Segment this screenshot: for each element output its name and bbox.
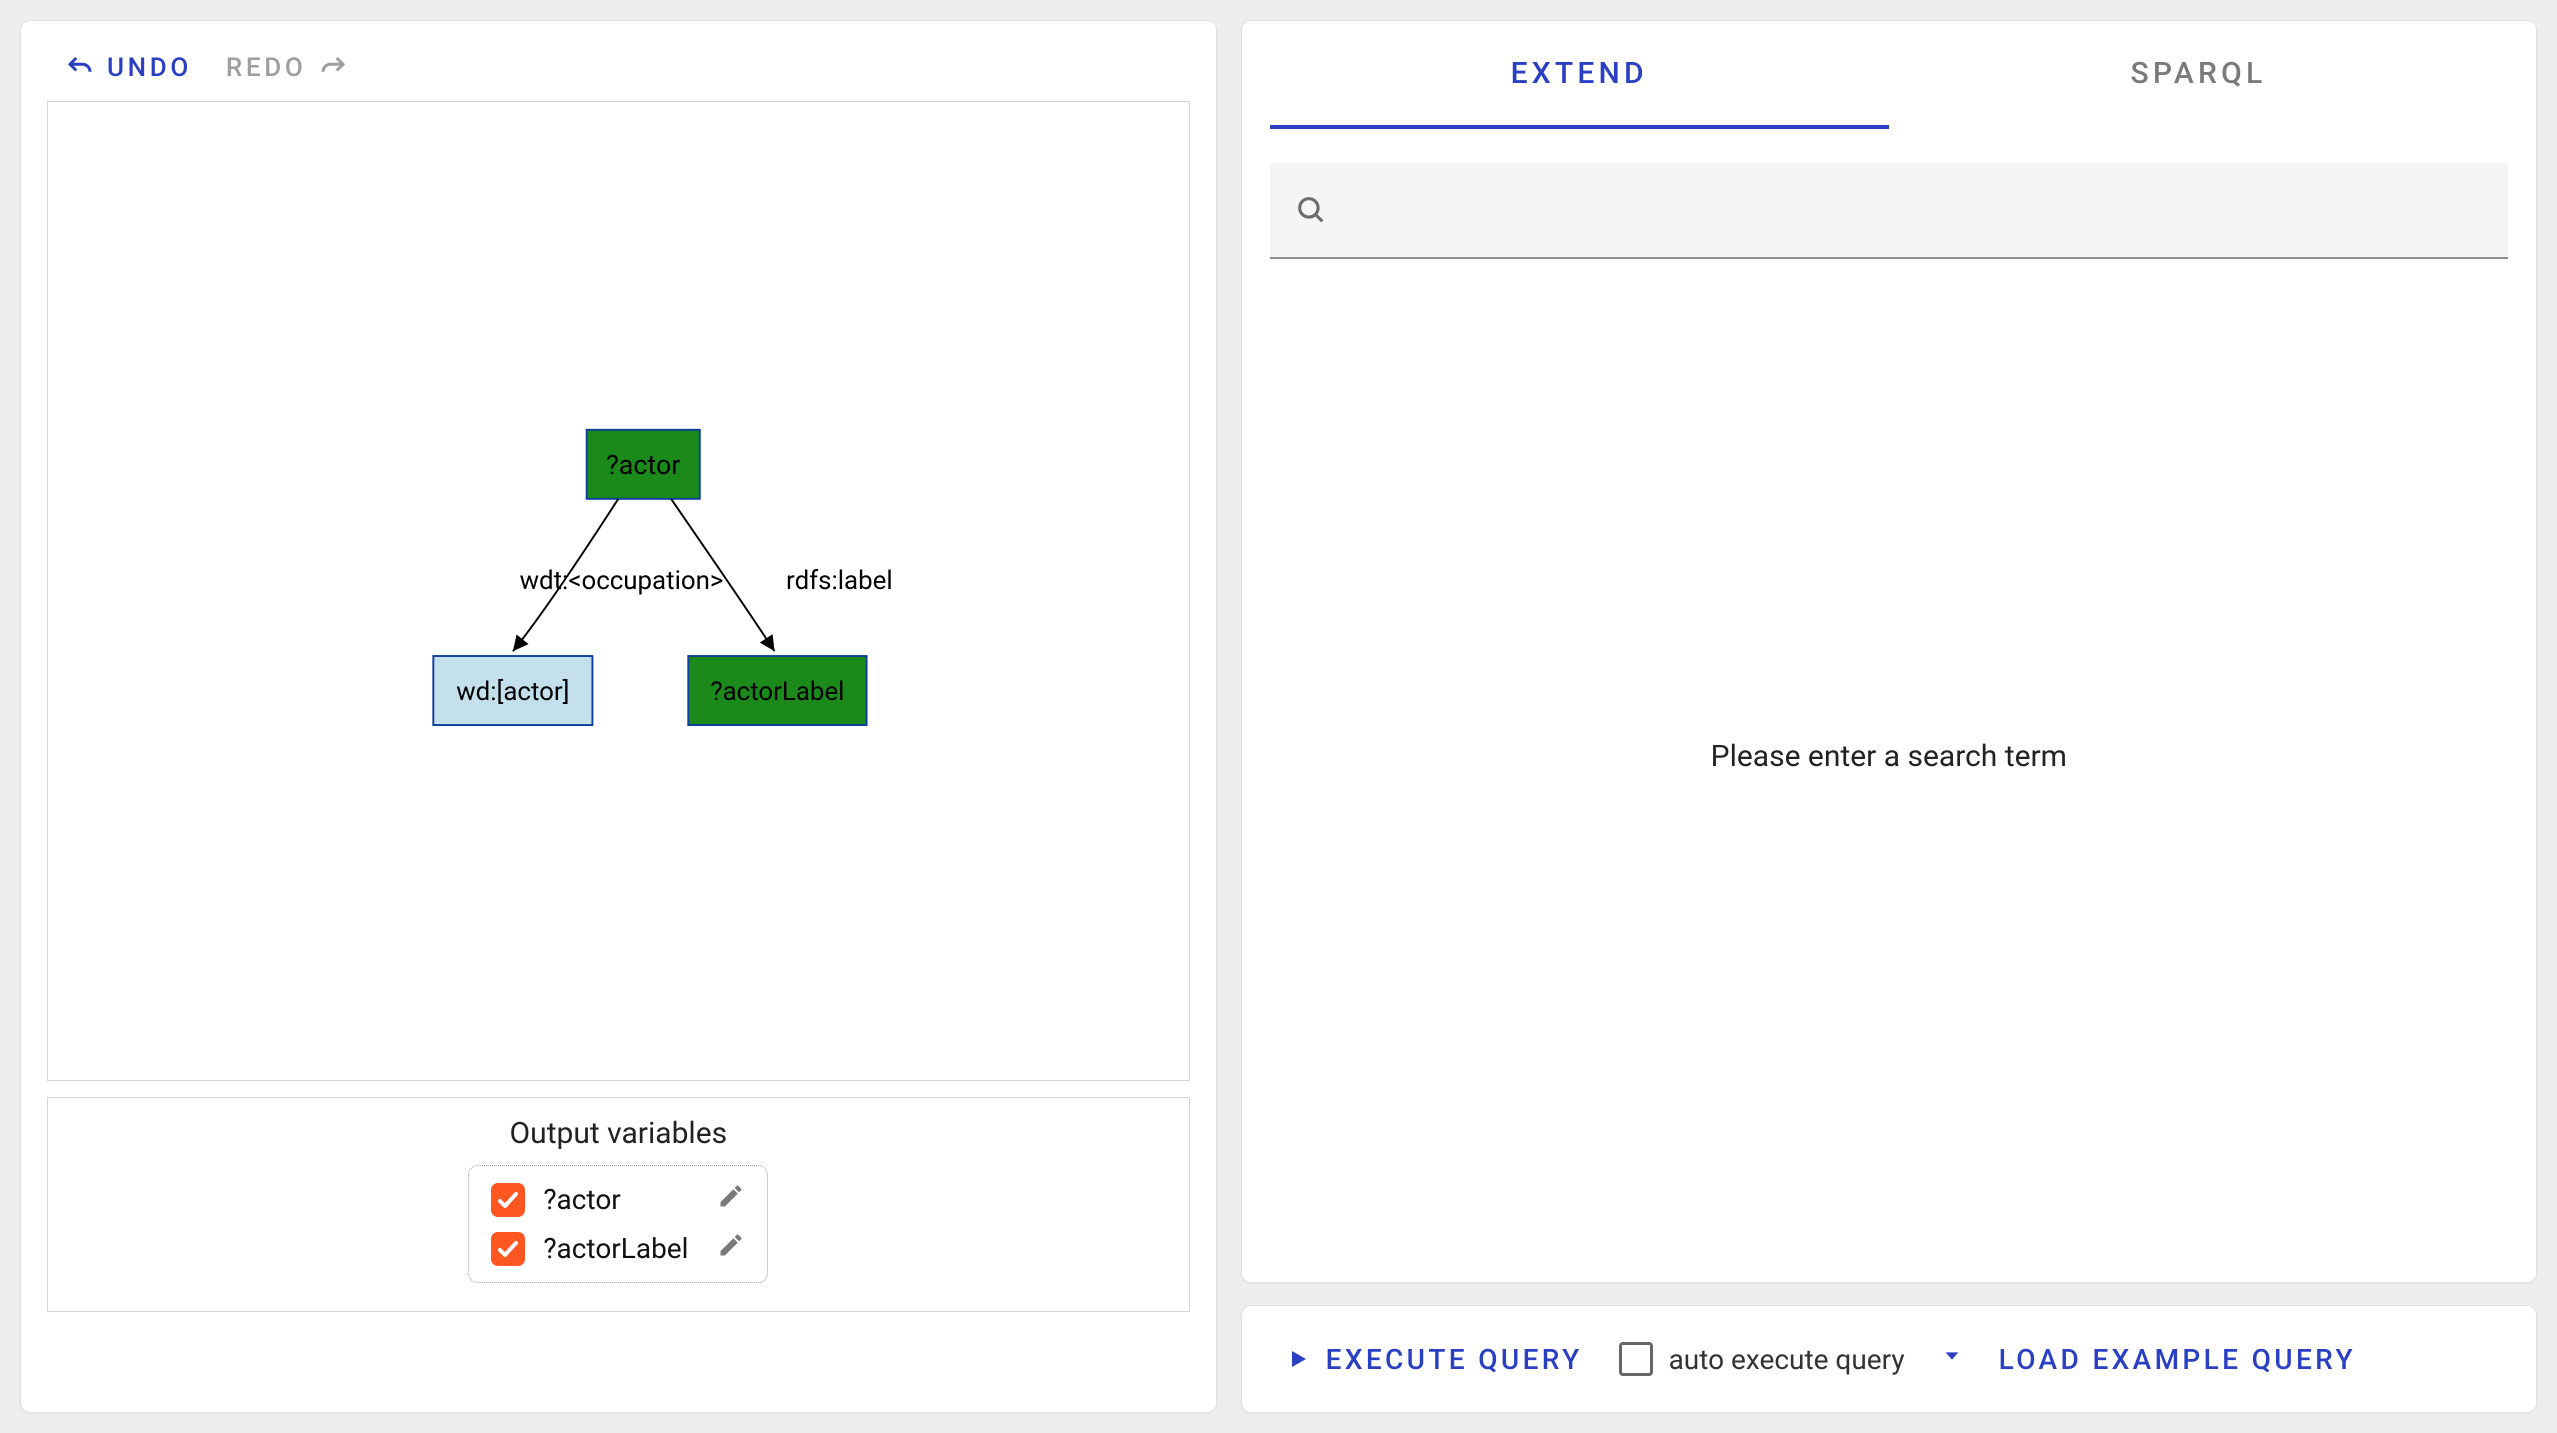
graph-node-root-label: ?actor [606, 449, 680, 481]
output-variable-name: ?actor [543, 1183, 699, 1216]
graph-node-leaf-1[interactable]: wd:[actor] [433, 656, 592, 725]
right-main-panel: EXTEND SPARQL Please enter a search term [1241, 20, 2537, 1283]
redo-label: REDO [226, 53, 307, 83]
edit-variable-button[interactable] [717, 1182, 745, 1217]
undo-label: UNDO [107, 53, 192, 83]
tab-bar: EXTEND SPARQL [1270, 21, 2508, 129]
redo-icon [318, 53, 348, 83]
graph-node-root[interactable]: ?actor [587, 430, 700, 499]
output-variables-list: ?actor ?actorLabel [468, 1165, 768, 1283]
graph-edge-2-label: rdfs:label [786, 566, 893, 596]
tab-extend-label: EXTEND [1511, 56, 1648, 91]
extend-results-area: Please enter a search term [1270, 259, 2508, 1254]
edit-variable-button[interactable] [717, 1231, 745, 1266]
output-variable-checkbox[interactable] [491, 1232, 525, 1266]
graph-svg: ?actor wdt:<occupation> rdfs:label wd:[a… [48, 102, 1189, 1041]
query-footer: EXECUTE QUERY auto execute query LOAD EX… [1241, 1305, 2537, 1413]
output-variable-row: ?actorLabel [491, 1231, 745, 1266]
search-icon [1294, 193, 1328, 227]
graph-edge-1-label: wdt:<occupation> [520, 566, 724, 596]
output-variable-checkbox[interactable] [491, 1183, 525, 1217]
execute-query-button[interactable]: EXECUTE QUERY [1286, 1343, 1583, 1376]
output-variables-title: Output variables [510, 1116, 728, 1151]
graph-node-leaf-2[interactable]: ?actorLabel [688, 656, 866, 725]
graph-node-leaf-2-label: ?actorLabel [710, 677, 844, 707]
auto-execute-label: auto execute query [1669, 1343, 1905, 1376]
output-variable-name: ?actorLabel [543, 1232, 699, 1265]
tab-sparql[interactable]: SPARQL [1889, 21, 2508, 129]
auto-execute-toggle[interactable]: auto execute query [1619, 1342, 1905, 1376]
load-example-query-button[interactable]: LOAD EXAMPLE QUERY [1999, 1343, 2356, 1376]
empty-search-message: Please enter a search term [1711, 739, 2067, 774]
pencil-icon [717, 1231, 745, 1259]
redo-button: REDO [226, 53, 349, 83]
play-icon [1286, 1347, 1310, 1371]
auto-execute-menu-button[interactable] [1941, 1344, 1963, 1374]
load-example-query-label: LOAD EXAMPLE QUERY [1999, 1343, 2356, 1376]
search-field[interactable] [1270, 163, 2508, 259]
auto-execute-checkbox[interactable] [1619, 1342, 1653, 1376]
output-variables-panel: Output variables ?actor [47, 1097, 1190, 1312]
undo-button[interactable]: UNDO [65, 53, 192, 83]
output-variable-row: ?actor [491, 1182, 745, 1217]
undo-icon [65, 53, 95, 83]
check-icon [496, 1188, 520, 1212]
undo-redo-toolbar: UNDO REDO [47, 47, 1190, 101]
caret-down-icon [1941, 1345, 1963, 1367]
execute-query-label: EXECUTE QUERY [1326, 1343, 1583, 1376]
graph-node-leaf-1-label: wd:[actor] [456, 677, 569, 707]
pencil-icon [717, 1182, 745, 1210]
check-icon [496, 1237, 520, 1261]
tab-extend[interactable]: EXTEND [1270, 21, 1889, 129]
search-input[interactable] [1328, 193, 2484, 227]
tab-sparql-label: SPARQL [2130, 56, 2266, 91]
graph-canvas[interactable]: ?actor wdt:<occupation> rdfs:label wd:[a… [47, 101, 1190, 1081]
